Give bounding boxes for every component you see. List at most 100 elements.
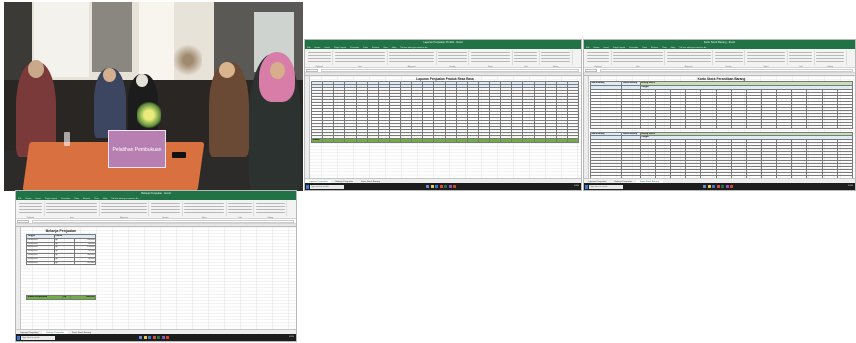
ribbon-command-icon[interactable] <box>586 51 610 54</box>
ribbon-command-icon[interactable] <box>470 54 511 57</box>
ribbon-command-icon[interactable] <box>613 60 663 63</box>
ribbon-command-icon[interactable] <box>514 54 538 57</box>
table-cell[interactable] <box>500 138 513 143</box>
ribbon-command-icon[interactable] <box>789 57 813 60</box>
ribbon-command-icon[interactable] <box>816 57 845 60</box>
table-cell[interactable] <box>411 138 424 143</box>
ribbon-command-icon[interactable] <box>514 57 538 60</box>
taskbar-app-icon[interactable] <box>430 184 434 188</box>
ribbon-command-icon[interactable] <box>666 51 711 54</box>
ribbon-command-icon[interactable] <box>255 208 285 211</box>
ribbon-command-icon[interactable] <box>255 211 285 214</box>
name-box[interactable] <box>306 69 318 72</box>
ribbon-command-icon[interactable] <box>255 205 285 208</box>
ribbon-command-icon[interactable] <box>18 205 43 208</box>
taskbar-app-icon[interactable] <box>444 184 448 188</box>
ribbon-command-icon[interactable] <box>714 57 743 60</box>
taskbar-app-icon[interactable] <box>712 184 716 188</box>
taskbar-app-icon[interactable] <box>716 184 720 188</box>
taskbar-app-icon[interactable] <box>707 184 711 188</box>
taskbar-search[interactable]: Type here to search <box>589 184 623 189</box>
ribbon-command-icon[interactable] <box>586 54 610 57</box>
taskbar-app-icon[interactable] <box>453 184 457 188</box>
ribbon-command-icon[interactable] <box>389 54 435 57</box>
ribbon-command-icon[interactable] <box>816 60 845 63</box>
ribbon-command-icon[interactable] <box>746 54 786 57</box>
table-cell[interactable] <box>555 138 568 143</box>
name-box[interactable] <box>585 69 597 72</box>
ribbon-command-icon[interactable] <box>438 57 467 60</box>
ribbon-command-icon[interactable] <box>18 202 43 205</box>
table-cell[interactable] <box>399 138 413 143</box>
taskbar-apps[interactable] <box>426 184 458 190</box>
ribbon-command-icon[interactable] <box>389 51 435 54</box>
taskbar-app-icon[interactable] <box>143 335 147 339</box>
ribbon-command-icon[interactable] <box>666 60 711 63</box>
ribbon-command-icon[interactable] <box>228 202 252 205</box>
ribbon-command-icon[interactable] <box>514 51 538 54</box>
ribbon-command-icon[interactable] <box>470 51 511 54</box>
ribbon-command-icon[interactable] <box>184 202 225 205</box>
ribbon-command-icon[interactable] <box>438 60 467 63</box>
ribbon-command-icon[interactable] <box>438 51 467 54</box>
table-cell[interactable] <box>488 138 502 143</box>
ribbon-command-icon[interactable] <box>541 57 571 60</box>
ribbon-command-icon[interactable] <box>334 54 386 57</box>
taskbar-app-icon[interactable] <box>139 335 143 339</box>
taskbar-app-icon[interactable] <box>703 184 707 188</box>
ribbon-command-icon[interactable] <box>228 211 252 214</box>
formula-input[interactable] <box>32 220 294 223</box>
ribbon-command-icon[interactable] <box>184 205 225 208</box>
taskbar-app-icon[interactable] <box>152 335 156 339</box>
formula-input[interactable] <box>321 69 579 72</box>
ribbon-command-icon[interactable] <box>334 60 386 63</box>
taskbar-app-icon[interactable] <box>435 184 439 188</box>
taskbar-app-icon[interactable] <box>426 184 430 188</box>
ribbon-command-icon[interactable] <box>541 54 571 57</box>
taskbar-search[interactable]: Type here to search <box>21 335 55 340</box>
formula-input[interactable] <box>600 69 853 72</box>
table-cell[interactable] <box>322 138 335 143</box>
ribbon-command-icon[interactable] <box>541 60 571 63</box>
ribbon-command-icon[interactable] <box>46 208 98 211</box>
ribbon-command-icon[interactable] <box>184 211 225 214</box>
taskbar-app-icon[interactable] <box>725 184 729 188</box>
ribbon-command-icon[interactable] <box>789 54 813 57</box>
ribbon-command-icon[interactable] <box>228 205 252 208</box>
ribbon-command-icon[interactable] <box>746 60 786 63</box>
taskbar-app-icon[interactable] <box>148 335 152 339</box>
table-cell[interactable] <box>444 138 457 143</box>
table-cell[interactable] <box>511 138 524 143</box>
ribbon-command-icon[interactable] <box>18 208 43 211</box>
ribbon-command-icon[interactable] <box>613 54 663 57</box>
table-cell[interactable] <box>477 138 491 143</box>
table-cell[interactable] <box>466 138 479 143</box>
taskbar-apps[interactable] <box>139 335 171 341</box>
taskbar-apps[interactable] <box>703 184 735 190</box>
taskbar-search[interactable]: Type here to search <box>310 184 344 189</box>
ribbon-command-icon[interactable] <box>150 205 181 208</box>
ribbon-command-icon[interactable] <box>150 208 181 211</box>
ribbon-command-icon[interactable] <box>470 57 511 60</box>
table-cell[interactable] <box>522 138 535 143</box>
windows-start-icon[interactable] <box>306 184 309 189</box>
name-box[interactable] <box>17 220 29 223</box>
ribbon-command-icon[interactable] <box>789 60 813 63</box>
ribbon-command-icon[interactable] <box>18 211 43 214</box>
ribbon-command-icon[interactable] <box>470 60 511 63</box>
windows-start-icon[interactable] <box>17 335 20 340</box>
taskbar-app-icon[interactable] <box>157 335 161 339</box>
ribbon-command-icon[interactable] <box>101 202 147 205</box>
taskbar-app-icon[interactable] <box>721 184 725 188</box>
ribbon-command-icon[interactable] <box>389 57 435 60</box>
table-cell[interactable] <box>422 138 435 143</box>
total-label[interactable]: Jumlah <box>310 138 324 143</box>
ribbon-command-icon[interactable] <box>514 60 538 63</box>
table-cell[interactable] <box>433 138 446 143</box>
ribbon-command-icon[interactable] <box>541 51 571 54</box>
ribbon-command-icon[interactable] <box>746 51 786 54</box>
ribbon-command-icon[interactable] <box>228 208 252 211</box>
ribbon-command-icon[interactable] <box>666 57 711 60</box>
table-cell[interactable] <box>388 138 402 143</box>
ribbon-command-icon[interactable] <box>150 211 181 214</box>
